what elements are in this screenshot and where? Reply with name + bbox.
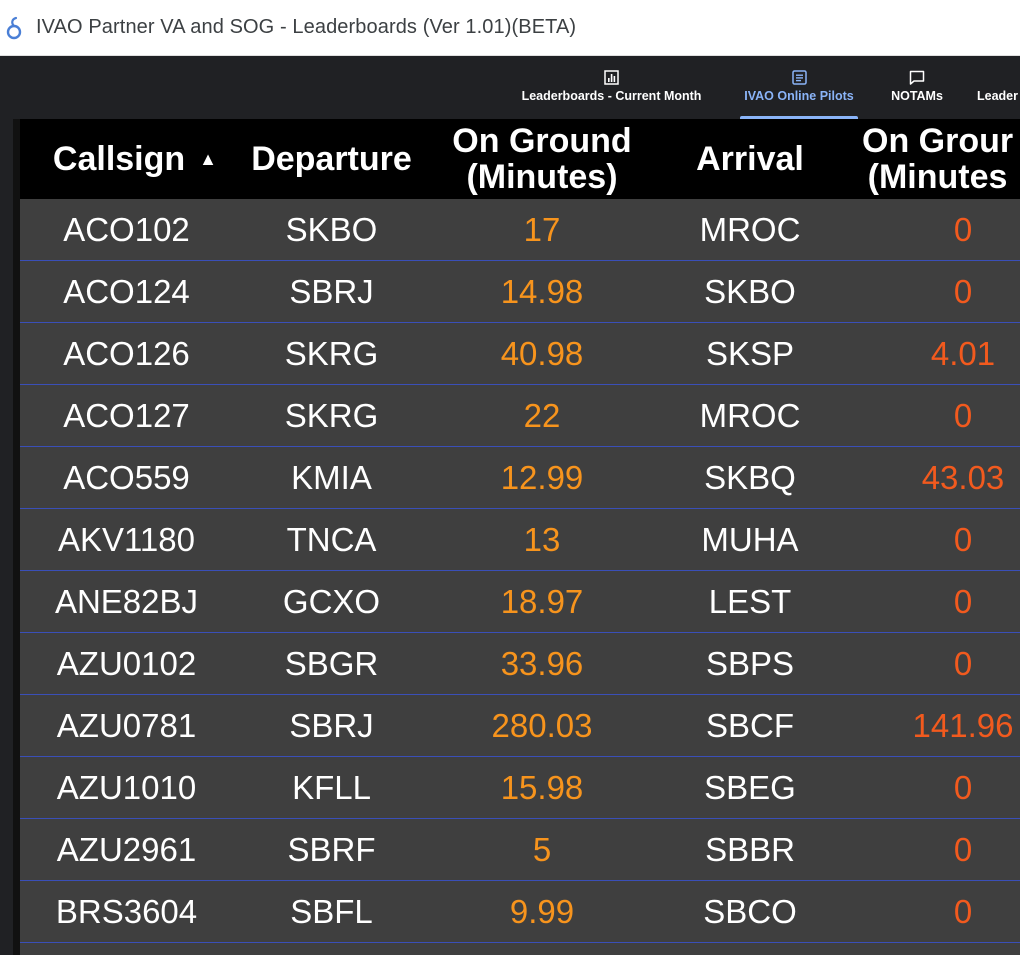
departure-on-ground-cell: 40.98: [500, 334, 584, 372]
arrival-on-ground-cell: 0: [953, 396, 973, 434]
tab-leaderboards-current-month[interactable]: Leaderboards - Current Month: [515, 56, 708, 119]
document-icon: [791, 68, 807, 86]
left-scroll-strip: [0, 119, 20, 955]
arrival-cell: SKBQ: [704, 458, 796, 496]
tab-label: NOTAMs: [891, 89, 943, 103]
callsign-cell: ACO559: [63, 458, 190, 496]
arrival-on-ground-cell: 0: [953, 582, 973, 620]
departure-on-ground-cell: 280.03: [491, 706, 593, 744]
header-departure[interactable]: Departure: [233, 119, 430, 199]
arrival-cell: SBPS: [705, 644, 795, 682]
departure-cell: SKBO: [285, 210, 378, 248]
table-header: Callsign ▲ Departure On Ground (Minutes)…: [20, 119, 1020, 199]
arrival-cell: SBCF: [705, 706, 794, 744]
tab-label: Leader: [977, 89, 1018, 103]
arrival-cell: MROC: [699, 396, 801, 434]
departure-on-ground-cell: 14.98: [500, 272, 584, 310]
departure-cell: SBFL: [290, 892, 373, 930]
callsign-cell: ACO127: [63, 396, 190, 434]
departure-cell: KFLL: [292, 768, 371, 806]
callsign-cell: AZU1010: [56, 768, 197, 806]
callsign-cell: AZU0102: [56, 644, 197, 682]
departure-on-ground-cell: 15.98: [500, 768, 584, 806]
table-row[interactable]: AZU2961 SBRF 5 SBBR 0: [20, 819, 1020, 881]
arrival-cell: SBCO: [703, 892, 797, 930]
arrival-on-ground-cell: 0: [953, 892, 973, 930]
table-row[interactable]: ACO127 SKRG 22 MROC 0: [20, 385, 1020, 447]
title-bar: IVAO Partner VA and SOG - Leaderboards (…: [0, 0, 1020, 56]
table-row[interactable]: AZU1010 KFLL 15.98 SBEG 0: [20, 757, 1020, 819]
callsign-cell: BRS3604: [55, 892, 198, 930]
arrival-cell: LEST: [708, 582, 792, 620]
arrival-cell: SKBO: [704, 272, 796, 310]
callsign-cell: ANE82BJ: [54, 582, 199, 620]
arrival-on-ground-cell: 0: [953, 272, 973, 310]
arrival-on-ground-cell: 4.01: [930, 334, 996, 372]
arrival-on-ground-cell: 0: [953, 520, 973, 558]
table-row[interactable]: ANE82BJ GCXO 18.97 LEST 0: [20, 571, 1020, 633]
departure-on-ground-cell: 9.99: [509, 892, 575, 930]
arrival-on-ground-cell: 0: [953, 644, 973, 682]
departure-on-ground-cell: 5: [532, 830, 552, 868]
arrival-cell: MUHA: [701, 520, 799, 558]
pilots-table: Callsign ▲ Departure On Ground (Minutes)…: [20, 119, 1020, 955]
departure-on-ground-cell: 17: [523, 210, 561, 248]
scrollbar-track[interactable]: [13, 119, 20, 955]
arrival-on-ground-cell: 0: [953, 768, 973, 806]
tab-label: IVAO Online Pilots: [744, 89, 854, 103]
departure-cell: TNCA: [286, 520, 377, 558]
departure-cell: SBRF: [287, 830, 376, 868]
tab-ivao-online-pilots[interactable]: IVAO Online Pilots: [740, 56, 858, 119]
departure-on-ground-cell: 18.97: [500, 582, 584, 620]
departure-cell: GCXO: [282, 582, 381, 620]
departure-on-ground-cell: 33.96: [500, 644, 584, 682]
header-departure-on-ground[interactable]: On Ground (Minutes): [440, 119, 644, 199]
tab-label: Leaderboards - Current Month: [521, 89, 702, 103]
app-logo-icon: [4, 14, 24, 42]
chat-bubble-icon: [909, 68, 925, 86]
arrival-cell: SBEG: [704, 768, 796, 806]
table-row[interactable]: ACO559 KMIA 12.99 SKBQ 43.03: [20, 447, 1020, 509]
page-title: IVAO Partner VA and SOG - Leaderboards (…: [36, 16, 577, 38]
callsign-cell: ACO124: [63, 272, 190, 310]
table-row[interactable]: ACO126 SKRG 40.98 SKSP 4.01: [20, 323, 1020, 385]
callsign-cell: ACO126: [63, 334, 190, 372]
table-row[interactable]: AZU0102 SBGR 33.96 SBPS 0: [20, 633, 1020, 695]
arrival-cell: SKSP: [705, 334, 795, 372]
callsign-cell: AZU0781: [56, 706, 197, 744]
tab-leader-partial[interactable]: Leader: [977, 56, 1020, 119]
table-row[interactable]: AKV1180 TNCA 13 MUHA 0: [20, 509, 1020, 571]
arrival-on-ground-cell: 0: [953, 210, 973, 248]
table-row[interactable]: ACO102 SKBO 17 MROC 0: [20, 199, 1020, 261]
callsign-cell: AKV1180: [58, 520, 195, 558]
table-row[interactable]: ACO124 SBRJ 14.98 SKBO 0: [20, 261, 1020, 323]
table-row[interactable]: BRS3604 SBFL 9.99 SBCO 0: [20, 881, 1020, 943]
arrival-on-ground-cell: 43.03: [921, 458, 1005, 496]
arrival-cell: SBBR: [705, 830, 795, 868]
callsign-cell: AZU2961: [56, 830, 197, 868]
callsign-cell: ACO102: [63, 210, 190, 248]
departure-cell: SBGR: [284, 644, 379, 682]
sort-ascending-icon[interactable]: ▲: [199, 141, 217, 177]
departure-cell: KMIA: [291, 458, 372, 496]
departure-cell: SBRJ: [289, 706, 374, 744]
header-callsign[interactable]: Callsign ▲: [20, 119, 233, 199]
header-arrival-on-ground[interactable]: On Grour (Minutes: [856, 119, 1020, 199]
departure-cell: SKRG: [284, 334, 379, 372]
arrival-on-ground-cell: 0: [953, 830, 973, 868]
departure-cell: SBRJ: [289, 272, 374, 310]
departure-on-ground-cell: 22: [523, 396, 561, 434]
departure-on-ground-cell: 12.99: [500, 458, 584, 496]
table-row[interactable]: AZU0781 SBRJ 280.03 SBCF 141.96: [20, 695, 1020, 757]
leaderboard-chart-icon: [604, 68, 619, 86]
tab-notams[interactable]: NOTAMs: [889, 56, 945, 119]
arrival-on-ground-cell: 141.96: [912, 706, 1014, 744]
table-body: ACO102 SKBO 17 MROC 0 ACO124 SBRJ 14.98 SKBO 0 ACO…: [20, 199, 1020, 943]
header-arrival[interactable]: Arrival: [644, 119, 856, 199]
departure-on-ground-cell: 13: [523, 520, 561, 558]
arrival-cell: MROC: [699, 210, 801, 248]
departure-cell: SKRG: [284, 396, 379, 434]
top-nav: Leaderboards - Current Month IVAO Online…: [0, 56, 1020, 119]
